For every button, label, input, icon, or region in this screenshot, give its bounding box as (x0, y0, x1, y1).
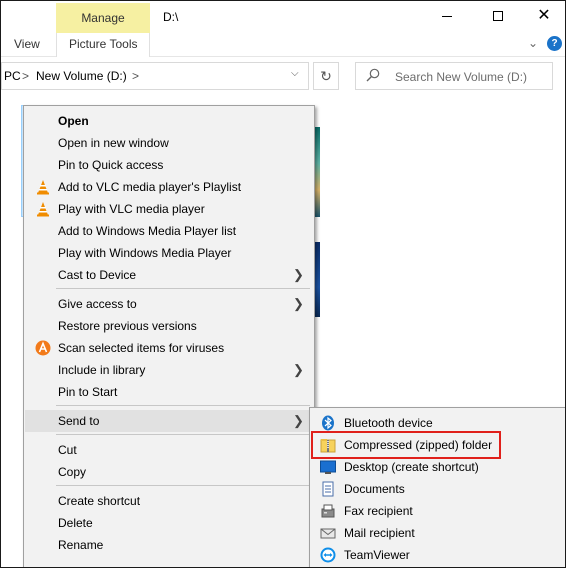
teamviewer-icon (320, 547, 336, 563)
menu-item-label: Scan selected items for viruses (58, 341, 225, 355)
menu-item-open[interactable]: Open (25, 110, 313, 132)
menu-separator (56, 405, 310, 406)
highlight-annotation (311, 431, 501, 459)
send-to-fax[interactable]: Fax recipient (311, 500, 565, 522)
maximize-icon (493, 11, 503, 21)
menu-item-label: Open (58, 114, 89, 128)
menu-item-open-new-window[interactable]: Open in new window (25, 132, 313, 154)
submenu-item-label: Bluetooth device (344, 416, 433, 430)
vlc-icon (37, 180, 49, 195)
menu-item-restore-versions[interactable]: Restore previous versions (25, 315, 313, 337)
menu-item-vlc-play[interactable]: Play with VLC media player (25, 198, 313, 220)
window-title: D:\ (163, 10, 179, 24)
menu-item-rename[interactable]: Rename (25, 534, 313, 556)
breadcrumb-new-volume[interactable]: New Volume (D:) (36, 69, 127, 83)
menu-item-label: Cast to Device (58, 268, 137, 282)
address-dropdown-chevron-icon[interactable]: ⌵ (291, 68, 299, 79)
submenu-item-label: TeamViewer (344, 548, 410, 562)
menu-item-scan-viruses[interactable]: Scan selected items for viruses (25, 337, 313, 359)
chevron-right-icon: ❯ (293, 413, 304, 428)
send-to-teamviewer[interactable]: TeamViewer (311, 544, 565, 566)
menu-item-label: Add to VLC media player's Playlist (58, 180, 242, 194)
menu-item-label: Restore previous versions (58, 319, 197, 333)
address-bar[interactable]: PC > New Volume (D:) > ⌵ (1, 62, 309, 90)
menu-item-label: Pin to Quick access (58, 158, 164, 172)
menu-item-wmp-add[interactable]: Add to Windows Media Player list (25, 220, 313, 242)
menu-item-pin-start[interactable]: Pin to Start (25, 381, 313, 403)
bluetooth-icon (322, 415, 334, 431)
menu-item-copy[interactable]: Copy (25, 461, 313, 483)
tab-picture-tools[interactable]: Picture Tools (69, 37, 137, 51)
chevron-right-icon: ❯ (293, 267, 304, 282)
menu-item-label: Rename (58, 538, 104, 552)
menu-separator (56, 288, 310, 289)
vlc-icon (37, 202, 49, 217)
menu-item-label: Include in library (58, 363, 146, 377)
chevron-right-icon: ❯ (293, 362, 304, 377)
search-icon (366, 68, 380, 82)
menu-item-send-to[interactable]: Send to ❯ (25, 410, 313, 432)
close-button[interactable]: ✕ (521, 1, 565, 31)
breadcrumb-pc[interactable]: PC (4, 69, 21, 83)
menu-item-label: Pin to Start (58, 385, 118, 399)
submenu-item-label: Documents (344, 482, 405, 496)
menu-item-delete[interactable]: Delete (25, 512, 313, 534)
menu-item-label: Play with VLC media player (58, 202, 205, 216)
menu-item-pin-quick-access[interactable]: Pin to Quick access (25, 154, 313, 176)
menu-item-include-library[interactable]: Include in library ❯ (25, 359, 313, 381)
title-bar: Manage D:\ ✕ (1, 1, 565, 33)
send-to-mail[interactable]: Mail recipient (311, 522, 565, 544)
send-to-desktop[interactable]: Desktop (create shortcut) (311, 456, 565, 478)
menu-item-label: Cut (58, 443, 77, 457)
refresh-button[interactable]: ↻ (313, 62, 339, 90)
menu-separator (56, 434, 310, 435)
fax-icon (321, 504, 335, 518)
navigation-bar: PC > New Volume (D:) > ⌵ ↻ Search New Vo… (1, 57, 565, 97)
submenu-item-label: Desktop (create shortcut) (344, 460, 479, 474)
chevron-right-icon: ❯ (293, 296, 304, 311)
minimize-icon (442, 15, 452, 17)
menu-item-label: Copy (58, 465, 87, 479)
menu-item-create-shortcut[interactable]: Create shortcut (25, 490, 313, 512)
menu-item-label: Send to (58, 414, 100, 428)
tab-view[interactable]: View (14, 37, 40, 51)
ribbon-tabs: View Picture Tools ⌄ ? (1, 33, 565, 57)
menu-item-cut[interactable]: Cut (25, 439, 313, 461)
submenu-item-label: Fax recipient (344, 504, 413, 518)
menu-item-give-access[interactable]: Give access to ❯ (25, 293, 313, 315)
tab-manage[interactable]: Manage (56, 3, 150, 33)
menu-item-wmp-play[interactable]: Play with Windows Media Player (25, 242, 313, 264)
menu-item-label: Add to Windows Media Player list (58, 224, 237, 238)
search-input[interactable]: Search New Volume (D:) (355, 62, 553, 90)
menu-item-label: Play with Windows Media Player (58, 246, 232, 260)
menu-item-label: Open in new window (58, 136, 169, 150)
submenu-item-label: Mail recipient (344, 526, 415, 540)
context-menu: Open Open in new window Pin to Quick acc… (23, 105, 315, 567)
desktop-icon (320, 460, 336, 474)
mail-icon (320, 528, 336, 539)
breadcrumb-separator-icon[interactable]: > (132, 69, 139, 83)
maximize-button[interactable] (475, 1, 521, 31)
help-icon[interactable]: ? (547, 36, 562, 51)
breadcrumb-separator-icon[interactable]: > (22, 69, 29, 83)
ribbon-expand-chevron-icon[interactable]: ⌄ (528, 36, 538, 50)
menu-item-label: Create shortcut (58, 494, 141, 508)
menu-item-label: Delete (58, 516, 93, 530)
documents-icon (322, 481, 334, 497)
menu-item-label: Give access to (58, 297, 137, 311)
menu-item-cast-to-device[interactable]: Cast to Device ❯ (25, 264, 313, 286)
avast-icon (35, 340, 51, 356)
refresh-icon: ↻ (320, 67, 332, 84)
minimize-button[interactable] (424, 1, 470, 31)
menu-item-vlc-playlist[interactable]: Add to VLC media player's Playlist (25, 176, 313, 198)
menu-separator (56, 485, 310, 486)
search-placeholder: Search New Volume (D:) (395, 70, 528, 84)
close-icon: ✕ (537, 7, 551, 24)
explorer-window: Manage D:\ ✕ View Picture Tools ⌄ ? PC >… (0, 0, 566, 568)
send-to-documents[interactable]: Documents (311, 478, 565, 500)
